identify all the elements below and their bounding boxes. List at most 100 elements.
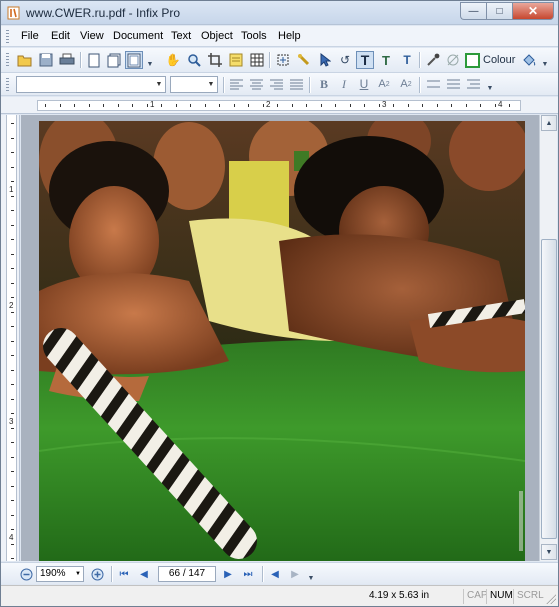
table-tool-icon[interactable] <box>248 51 266 69</box>
menu-help[interactable]: Help <box>278 30 301 42</box>
menu-edit[interactable]: Edit <box>51 30 70 42</box>
colour-label[interactable]: Colour <box>483 54 515 66</box>
crop-tool-icon[interactable] <box>206 51 224 69</box>
toolbar-overflow-icon[interactable]: ▼ <box>307 567 315 582</box>
link-tool-icon[interactable] <box>295 51 313 69</box>
align-center-icon[interactable] <box>247 75 265 93</box>
underline-icon[interactable]: U <box>355 75 373 93</box>
no-fill-icon[interactable] <box>444 51 462 69</box>
select-arrow-icon[interactable] <box>316 51 334 69</box>
page-number-field[interactable]: 66 / 147 <box>158 566 216 582</box>
ruler-tick <box>11 210 14 211</box>
zoom-out-icon[interactable] <box>18 566 34 582</box>
minimize-button[interactable]: — <box>460 2 486 20</box>
toolbar-overflow-icon[interactable]: ▼ <box>486 77 494 92</box>
menu-object[interactable]: Object <box>201 30 233 42</box>
ruler-tick <box>11 254 14 255</box>
save-icon[interactable] <box>37 51 55 69</box>
menu-view[interactable]: View <box>80 30 104 42</box>
toolbar-separator <box>80 52 81 68</box>
toolbar-overflow-icon[interactable]: ▼ <box>541 53 549 68</box>
ruler-tick <box>11 486 14 487</box>
align-left-icon[interactable] <box>227 75 245 93</box>
italic-icon[interactable]: I <box>335 75 353 93</box>
hand-tool-icon[interactable]: ✋ <box>164 51 182 69</box>
superscript-icon[interactable]: A2 <box>375 75 393 93</box>
main-toolbar: ▼ ✋ ↺ T T T Colour ▼ <box>1 48 558 73</box>
line-spacing-icon[interactable] <box>424 75 442 93</box>
toolbar-separator <box>262 566 263 582</box>
resize-grip-icon[interactable] <box>546 594 556 604</box>
print-icon[interactable] <box>58 51 76 69</box>
ruler-number: 4 <box>498 100 503 109</box>
scroll-up-icon[interactable]: ▲ <box>541 115 557 131</box>
menu-document[interactable]: Document <box>113 30 163 42</box>
last-page-icon[interactable]: ⏭ <box>240 566 256 582</box>
font-family-select[interactable]: ▼ <box>16 76 166 93</box>
ruler-tick <box>11 442 14 443</box>
single-page-icon[interactable] <box>85 51 103 69</box>
note-tool-icon[interactable] <box>227 51 245 69</box>
previous-page-icon[interactable]: ◀ <box>136 566 152 582</box>
ruler-tick <box>11 355 14 356</box>
ruler-tick <box>89 104 90 107</box>
colour-swatch-icon[interactable] <box>463 51 481 69</box>
ruler-tick <box>60 104 61 107</box>
menu-file[interactable]: File <box>21 30 39 42</box>
scrollbar-thumb[interactable] <box>541 239 557 539</box>
frame-tool-icon[interactable] <box>274 51 292 69</box>
ruler-tick <box>466 104 467 107</box>
close-button[interactable]: ✕ <box>512 2 554 20</box>
zoom-in-icon[interactable] <box>89 566 105 582</box>
toolbar-overflow-icon[interactable]: ▼ <box>146 53 154 68</box>
open-icon[interactable] <box>16 51 34 69</box>
page-photo[interactable] <box>39 121 525 561</box>
ruler-tick <box>11 471 14 472</box>
font-size-select[interactable]: ▼ <box>170 76 218 93</box>
bold-icon[interactable]: B <box>315 75 333 93</box>
chevron-down-icon: ▼ <box>75 571 81 577</box>
first-page-icon[interactable]: ⏮ <box>116 566 132 582</box>
ruler-tick <box>11 239 14 240</box>
ruler-tick <box>11 384 14 385</box>
ruler-tick <box>11 500 14 501</box>
text-spacing-icon[interactable]: T <box>398 51 416 69</box>
zoom-tool-icon[interactable] <box>185 51 203 69</box>
ruler-tick <box>118 104 119 107</box>
ruler-tick <box>11 181 14 182</box>
ruler-track <box>37 100 521 111</box>
back-icon[interactable]: ◀ <box>267 566 283 582</box>
zoom-value: 190% <box>40 568 66 579</box>
ruler-tick <box>480 104 481 107</box>
zoom-select[interactable]: 190% ▼ <box>36 566 84 582</box>
ruler-tick <box>11 413 14 414</box>
text-tool-icon[interactable]: T <box>356 51 374 69</box>
ruler-tick <box>11 138 14 139</box>
fill-bucket-icon[interactable] <box>519 51 537 69</box>
document-canvas[interactable] <box>21 115 539 561</box>
toolbar-separator <box>269 52 270 68</box>
ruler-tick <box>176 104 177 107</box>
menu-tools[interactable]: Tools <box>241 30 267 42</box>
ruler-tick <box>11 326 14 327</box>
forward-icon[interactable]: ▶ <box>287 566 303 582</box>
paragraph-spacing-icon[interactable] <box>444 75 462 93</box>
subscript-icon[interactable]: A2 <box>397 75 415 93</box>
scroll-down-icon[interactable]: ▼ <box>541 544 557 560</box>
pdf-page[interactable] <box>39 121 525 561</box>
justify-icon[interactable] <box>287 75 305 93</box>
text-flow-icon[interactable]: T <box>377 51 395 69</box>
rotate-icon[interactable]: ↺ <box>336 51 354 69</box>
vertical-scrollbar[interactable]: ▲ ▼ <box>539 115 557 561</box>
indent-icon[interactable] <box>464 75 482 93</box>
continuous-page-icon[interactable] <box>105 51 123 69</box>
ruler-tick <box>45 104 46 107</box>
ruler-number: 2 <box>9 301 14 310</box>
align-right-icon[interactable] <box>267 75 285 93</box>
fit-page-icon[interactable] <box>125 51 143 69</box>
next-page-icon[interactable]: ▶ <box>220 566 236 582</box>
eyedropper-icon[interactable] <box>424 51 442 69</box>
maximize-button[interactable]: □ <box>486 2 512 20</box>
toolbar-separator <box>309 77 310 93</box>
menu-text[interactable]: Text <box>171 30 191 42</box>
